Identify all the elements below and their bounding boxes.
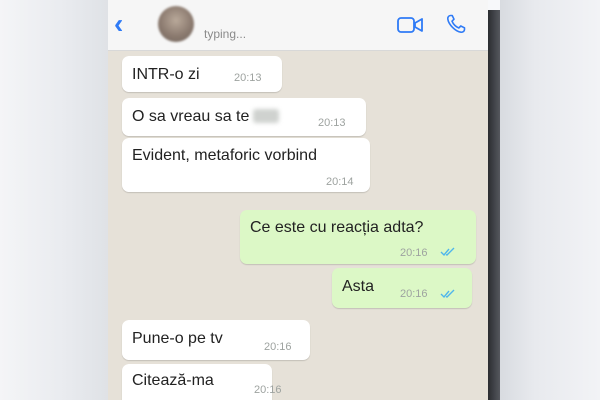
message-bubble-incoming[interactable]: Citează-ma 20:16 [122, 364, 282, 400]
message-bubble-incoming[interactable]: INTR-o zi 20:13 [122, 56, 282, 92]
avatar[interactable] [158, 6, 194, 42]
message-text: O sa vreau sa te [132, 107, 280, 127]
video-call-icon[interactable] [396, 14, 424, 36]
message-bubble-outgoing[interactable]: Ce este cu reacția adta? 20:16 [240, 210, 476, 264]
message-time: 20:14 [326, 176, 354, 188]
message-time: 20:16 [254, 384, 282, 396]
message-text: Evident, metaforic vorbind [132, 147, 317, 164]
read-ticks-icon [440, 289, 455, 299]
message-bubble-incoming[interactable]: Pune-o pe tv 20:16 [122, 320, 310, 360]
typing-status: typing... [204, 27, 247, 41]
background-right [500, 0, 600, 400]
phone-screen: ‹ typing... INTR-o zi 20:13 O sa vreau s… [108, 0, 488, 400]
message-text-visible: O sa vreau sa te [132, 108, 250, 125]
message-text: Ce este cu reacția adta? [250, 219, 424, 236]
message-bubble-incoming[interactable]: Evident, metaforic vorbind 20:14 [122, 138, 370, 192]
message-time: 20:16 [400, 247, 428, 259]
message-time: 20:16 [400, 288, 428, 300]
message-bubble-outgoing[interactable]: Asta 20:16 [332, 268, 472, 308]
back-arrow-icon[interactable]: ‹ [114, 10, 138, 38]
message-bubble-incoming[interactable]: O sa vreau sa te 20:13 [122, 98, 366, 136]
message-text: Asta [342, 278, 375, 295]
read-ticks-icon [440, 247, 455, 257]
chat-header: ‹ typing... [108, 0, 488, 51]
message-time: 20:13 [318, 117, 346, 129]
message-time: 20:16 [264, 341, 292, 353]
contact-name[interactable] [204, 6, 354, 22]
message-text: Citează-ma [132, 372, 214, 389]
phone-call-icon[interactable] [444, 12, 468, 36]
redacted-word [253, 109, 280, 123]
message-text: Pune-o pe tv [132, 330, 223, 347]
message-text: INTR-o zi [132, 66, 200, 83]
message-time: 20:13 [234, 72, 262, 84]
background-left [0, 0, 108, 400]
phone-edge [488, 10, 500, 400]
